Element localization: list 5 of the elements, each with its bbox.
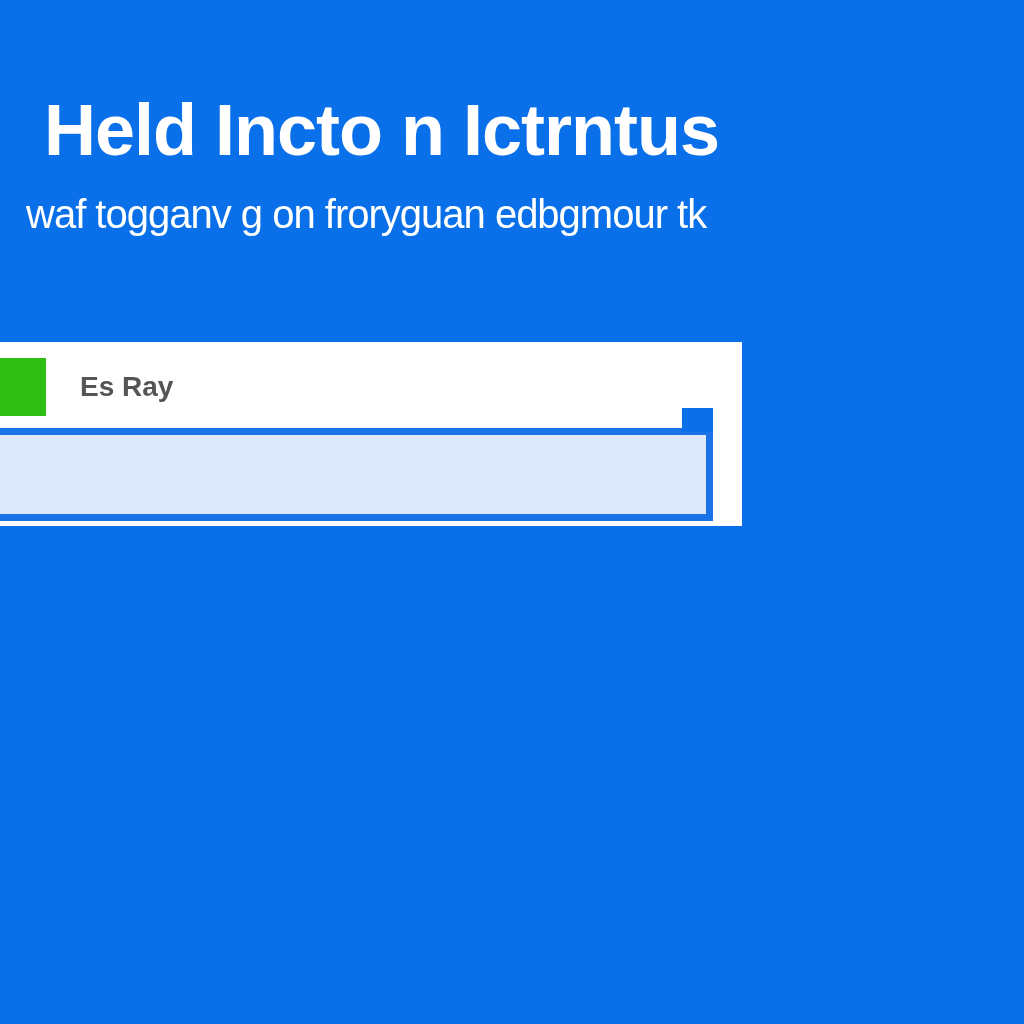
field-label: Es Ray <box>80 371 174 403</box>
input-field[interactable] <box>0 428 713 521</box>
subtitle: waf togganv g on froryguan edbgmour tk <box>26 191 707 238</box>
square-icon <box>0 358 46 416</box>
page-title: Held Incto n Ictrntus <box>44 89 720 172</box>
